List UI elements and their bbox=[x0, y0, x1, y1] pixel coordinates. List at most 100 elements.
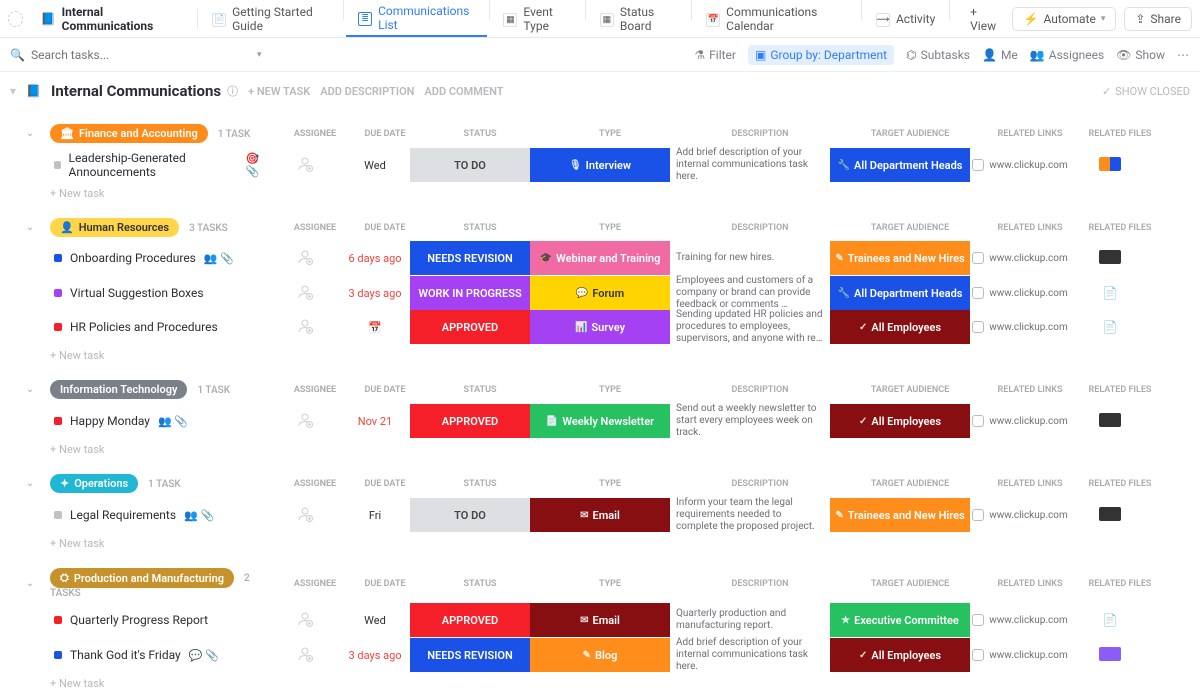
description-cell[interactable]: Add brief description of your internal c… bbox=[670, 147, 830, 183]
type-chip[interactable]: 🎙Interview bbox=[530, 148, 670, 182]
collapse-icon[interactable]: ▾ bbox=[10, 84, 16, 98]
task-row[interactable]: Thank God it's Friday💬 📎3 days agoNEEDS … bbox=[0, 637, 1200, 671]
task-row[interactable]: Quarterly Progress ReportWedAPPROVED✉Ema… bbox=[0, 603, 1200, 637]
subtasks-button[interactable]: ⌬Subtasks bbox=[906, 48, 970, 62]
col-header[interactable]: STATUS bbox=[420, 479, 540, 489]
new-task-row[interactable]: + New task bbox=[0, 343, 1200, 362]
task-row[interactable]: Legal Requirements👥 📎FriTO DO✉EmailInfor… bbox=[0, 497, 1200, 531]
related-file[interactable]: 📄 bbox=[1070, 320, 1150, 334]
col-header[interactable]: TARGET AUDIENCE bbox=[840, 385, 980, 395]
col-header[interactable]: ASSIGNEE bbox=[280, 385, 350, 395]
audience-chip[interactable]: ✎Trainees and New Hires bbox=[830, 498, 970, 532]
col-header[interactable]: TYPE bbox=[540, 479, 680, 489]
info-icon[interactable]: ⓘ bbox=[227, 83, 238, 99]
related-link[interactable]: www.clickup.com bbox=[970, 509, 1070, 521]
col-header[interactable]: TARGET AUDIENCE bbox=[840, 579, 980, 589]
assignee-icon[interactable] bbox=[296, 290, 314, 304]
status-chip[interactable]: NEEDS REVISION bbox=[410, 241, 530, 275]
assignee-icon[interactable] bbox=[296, 418, 314, 432]
related-file[interactable]: 📄 bbox=[1070, 613, 1150, 627]
collapse-icon[interactable]: ⌄ bbox=[26, 385, 34, 395]
col-header[interactable]: STATUS bbox=[420, 385, 540, 395]
audience-chip[interactable]: 🔧All Department Heads bbox=[830, 148, 970, 182]
col-header[interactable]: RELATED LINKS bbox=[980, 223, 1080, 233]
assignees-button[interactable]: 👥Assignees bbox=[1030, 48, 1104, 62]
related-file[interactable] bbox=[1070, 647, 1150, 664]
related-link[interactable]: www.clickup.com bbox=[970, 321, 1070, 333]
type-chip[interactable]: ✎Blog bbox=[530, 638, 670, 672]
new-task-row[interactable]: + New task bbox=[0, 437, 1200, 456]
group-pill[interactable]: 👤Human Resources bbox=[50, 218, 179, 237]
description-cell[interactable]: Inform your team the legal requirements … bbox=[670, 497, 830, 533]
status-chip[interactable]: WORK IN PROGRESS bbox=[410, 276, 530, 310]
col-header[interactable]: STATUS bbox=[420, 579, 540, 589]
related-file[interactable] bbox=[1070, 413, 1150, 430]
description-cell[interactable]: Quarterly production and manufacturing r… bbox=[670, 608, 830, 632]
due-date[interactable]: Nov 21 bbox=[340, 415, 410, 428]
col-header[interactable]: DESCRIPTION bbox=[680, 479, 840, 489]
status-square[interactable] bbox=[54, 323, 62, 331]
col-header[interactable]: DESCRIPTION bbox=[680, 579, 840, 589]
col-header[interactable]: RELATED FILES bbox=[1080, 129, 1160, 139]
show-closed-toggle[interactable]: ✓SHOW CLOSED bbox=[1102, 85, 1190, 98]
new-task-row[interactable]: + New task bbox=[0, 671, 1200, 690]
status-chip[interactable]: NEEDS REVISION bbox=[410, 638, 530, 672]
task-row[interactable]: Virtual Suggestion Boxes3 days agoWORK I… bbox=[0, 275, 1200, 309]
due-date[interactable]: 3 days ago bbox=[340, 287, 410, 300]
assignee-icon[interactable] bbox=[296, 255, 314, 269]
group-pill[interactable]: ✦Operations bbox=[50, 474, 138, 493]
related-link[interactable]: www.clickup.com bbox=[970, 415, 1070, 427]
nav-tab--view[interactable]: + View bbox=[952, 0, 1012, 37]
col-header[interactable]: RELATED FILES bbox=[1080, 579, 1160, 589]
nav-tab-activity[interactable]: ⟿Activity bbox=[864, 0, 947, 37]
col-header[interactable]: RELATED LINKS bbox=[980, 129, 1080, 139]
task-row[interactable]: Happy Monday👥 📎Nov 21APPROVED📄Weekly New… bbox=[0, 403, 1200, 437]
related-link[interactable]: www.clickup.com bbox=[970, 159, 1070, 171]
due-date[interactable]: Fri bbox=[340, 509, 410, 522]
description-cell[interactable]: Send out a weekly newsletter to start ev… bbox=[670, 403, 830, 439]
status-square[interactable] bbox=[54, 254, 62, 262]
description-cell[interactable]: Sending updated HR policies and procedur… bbox=[670, 309, 830, 345]
task-row[interactable]: Leadership-Generated Announcements🎯 📎Wed… bbox=[0, 147, 1200, 181]
col-header[interactable]: ASSIGNEE bbox=[280, 579, 350, 589]
col-header[interactable]: DUE DATE bbox=[350, 223, 420, 233]
related-link[interactable]: www.clickup.com bbox=[970, 614, 1070, 626]
collapse-icon[interactable]: ⌄ bbox=[26, 223, 34, 233]
me-button[interactable]: 👤Me bbox=[982, 48, 1018, 62]
related-file[interactable] bbox=[1070, 507, 1150, 524]
collapse-icon[interactable]: ⌄ bbox=[26, 129, 34, 139]
group-pill[interactable]: Information Technology bbox=[50, 380, 187, 399]
description-cell[interactable]: Training for new hires. bbox=[670, 252, 830, 264]
audience-chip[interactable]: ✎Trainees and New Hires bbox=[830, 241, 970, 275]
status-chip[interactable]: TO DO bbox=[410, 148, 530, 182]
due-date[interactable]: Wed bbox=[340, 614, 410, 627]
type-chip[interactable]: 📊Survey bbox=[530, 310, 670, 344]
type-chip[interactable]: 📄Weekly Newsletter bbox=[530, 404, 670, 438]
col-header[interactable]: RELATED LINKS bbox=[980, 479, 1080, 489]
assignee-icon[interactable] bbox=[296, 162, 314, 176]
col-header[interactable]: TARGET AUDIENCE bbox=[840, 129, 980, 139]
app-menu-icon[interactable] bbox=[8, 11, 23, 27]
nav-tab-communications-calendar[interactable]: 📅Communications Calendar bbox=[694, 0, 859, 37]
assignee-icon[interactable] bbox=[296, 617, 314, 631]
more-options[interactable]: ⋯ bbox=[1177, 48, 1190, 62]
task-row[interactable]: Onboarding Procedures👥 📎6 days agoNEEDS … bbox=[0, 241, 1200, 275]
new-task-button[interactable]: + NEW TASK bbox=[248, 85, 310, 98]
filter-button[interactable]: ⚗Filter bbox=[694, 48, 736, 62]
col-header[interactable]: TARGET AUDIENCE bbox=[840, 223, 980, 233]
status-chip[interactable]: APPROVED bbox=[410, 310, 530, 344]
status-square[interactable] bbox=[54, 511, 62, 519]
assignee-icon[interactable] bbox=[296, 324, 314, 338]
status-square[interactable] bbox=[54, 161, 61, 169]
related-file[interactable]: 📄 bbox=[1070, 286, 1150, 300]
share-button[interactable]: ⇪ Share bbox=[1124, 7, 1192, 31]
group-pill[interactable]: 🏛Finance and Accounting bbox=[50, 124, 208, 143]
groupby-button[interactable]: ▣Group by: Department bbox=[748, 45, 894, 65]
col-header[interactable]: DUE DATE bbox=[350, 479, 420, 489]
audience-chip[interactable]: ✓All Employees bbox=[830, 404, 970, 438]
assignee-icon[interactable] bbox=[296, 512, 314, 526]
audience-chip[interactable]: ★Executive Committee bbox=[830, 603, 970, 637]
col-header[interactable]: TYPE bbox=[540, 223, 680, 233]
col-header[interactable]: TYPE bbox=[540, 129, 680, 139]
status-chip[interactable]: TO DO bbox=[410, 498, 530, 532]
